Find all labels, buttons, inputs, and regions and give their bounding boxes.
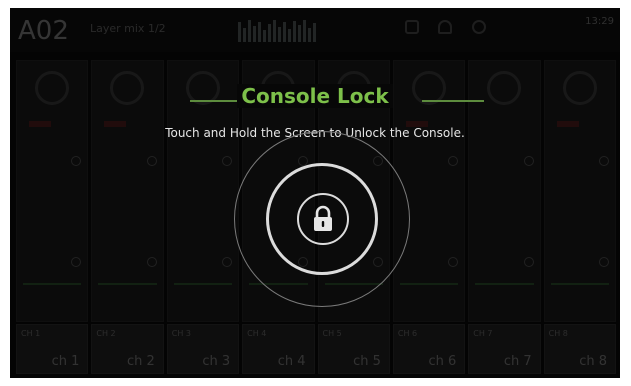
console-screen[interactable]: A02 Layer mix 1/2 13:29 CH 1 ch 1 CH 2 ch …: [10, 8, 620, 378]
lock-icon: [314, 205, 332, 231]
lock-title-row: Console Lock: [10, 84, 620, 108]
lock-title: Console Lock: [237, 84, 393, 108]
